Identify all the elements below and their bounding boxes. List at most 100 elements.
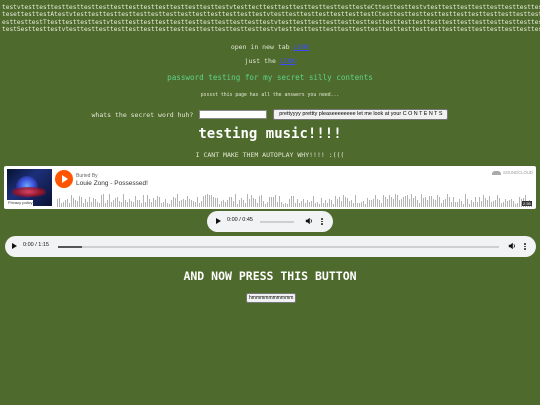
waveform-bar [381,203,382,207]
waveform-bar [471,200,472,207]
more-options-icon[interactable] [524,242,526,251]
waveform-bar [467,199,468,207]
bg-line: esttesttestTtesttesttesttestvtesttesttes… [2,18,540,26]
waveform-bar [225,202,226,207]
waveform-bar [213,197,214,207]
waveform-bar [321,198,322,207]
waveform-bar [501,203,502,207]
waveform-bar [463,204,464,207]
waveform-bar [63,202,64,207]
waveform-bar [185,200,186,207]
waveform-bar [479,197,480,207]
waveform-bar [279,196,280,207]
waveform-bar [335,196,336,207]
waveform-bar [233,201,234,207]
just-the-text: just the [244,57,276,65]
waveform-bar [415,196,416,207]
secret-word-input[interactable] [199,110,268,119]
waveform-bar [123,194,124,207]
waveform-bar [91,202,92,207]
waveform-bar [259,196,260,207]
soundcloud-logo[interactable]: SOUNDCLOUD [492,170,533,175]
play-icon[interactable] [216,218,221,224]
waveform-bar [323,203,324,207]
waveform-bar [179,201,180,207]
audio-seek-bar[interactable] [260,221,294,223]
waveform-bar [385,197,386,207]
waveform-bar [401,199,402,207]
open-new-tab-link[interactable]: LINK [293,43,309,51]
waveform-bar [473,202,474,207]
waveform-bar [469,204,470,207]
waveform-bar [443,200,444,207]
waveform-bar [167,203,168,207]
privacy-policy-link[interactable]: Privacy policy [7,200,34,206]
soundcloud-title[interactable]: Louie Zong - Possessed! [76,180,148,187]
audio-seek-bar[interactable] [58,246,499,248]
waveform-bar [229,197,230,207]
just-the-link[interactable]: LINK [280,57,296,65]
hmm-button[interactable]: hmmmmmmmmmm [246,293,297,303]
audio-player: 0:00 / 1:15 [5,236,536,257]
soundcloud-artist[interactable]: Buried By [76,173,98,179]
waveform-bar [403,197,404,207]
waveform-bar [497,195,498,207]
waveform-bar [491,202,492,207]
waveform-bar [373,199,374,207]
waveform-bar [173,197,174,207]
waveform-bar [217,198,218,207]
waveform-bar [333,204,334,207]
waveform-bar [201,201,202,207]
waveform-bar [221,201,222,207]
waveform-bar [493,201,494,207]
waveform-bar [357,203,358,207]
waveform-bar [393,199,394,207]
waveform-bar [87,202,88,207]
waveform-bar [59,198,60,207]
secret-submit-button[interactable]: prettyyyy prettty pleaseeeeeeee let me l… [273,109,449,120]
waveform-bar [197,197,198,207]
waveform-bar [267,202,268,207]
waveform-bar [209,195,210,207]
waveform-bar [423,198,424,207]
waveform-bar [477,202,478,207]
waveform-bar [375,195,376,207]
waveform-bar [439,197,440,207]
waveform-bar [277,202,278,207]
waveform-bar [269,197,270,207]
waveform-bar [421,194,422,207]
bg-line: tesettesttestAtestvtesttesttesttesttestt… [2,11,540,19]
waveform-bar [355,195,356,207]
audio-time: 0:00 / 0:45 [227,217,253,223]
play-icon[interactable] [12,243,17,249]
waveform-bar [133,202,134,207]
soundcloud-waveform[interactable] [57,193,533,207]
waveform-bar [191,200,192,207]
more-options-icon[interactable] [321,217,323,226]
waveform-bar [297,199,298,207]
waveform-bar [489,196,490,207]
waveform-bar [315,203,316,207]
waveform-bar [83,203,84,207]
volume-icon[interactable] [305,217,313,225]
waveform-bar [399,200,400,207]
waveform-bar [241,198,242,207]
background-test-text: testvtesttesttesttesttesttesttesttesttes… [2,4,540,33]
volume-icon[interactable] [508,242,516,250]
waveform-bar [515,204,516,207]
waveform-bar [411,194,412,207]
waveform-bar [149,199,150,207]
waveform-bar [121,202,122,207]
waveform-bar [445,199,446,207]
autoplay-note: I CANT MAKE THEM AUTOPLAY WHY!!!! :((( [195,151,345,159]
waveform-bar [275,195,276,207]
waveform-bar [509,200,510,207]
audio-player: 0:00 / 0:45 [207,211,333,232]
waveform-bar [313,196,314,207]
waveform-bar [363,201,364,207]
soundcloud-play-button[interactable] [55,170,73,188]
waveform-bar [249,199,250,207]
waveform-bar [311,201,312,207]
waveform-bar [261,195,262,207]
waveform-bar [295,203,296,207]
